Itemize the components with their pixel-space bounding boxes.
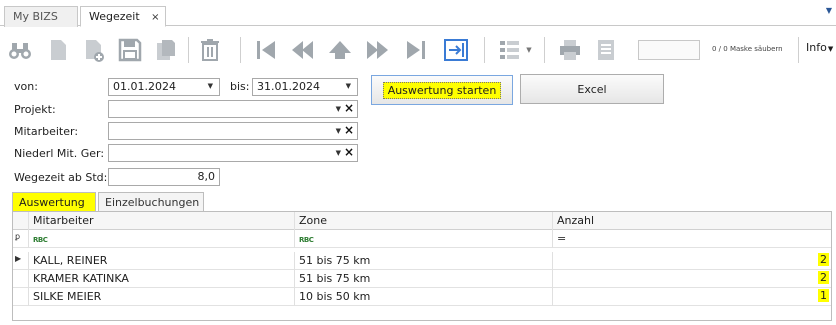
von-date-field[interactable]: 01.01.2024 ▼ [108,78,220,96]
binoculars-icon[interactable] [6,36,34,64]
chevron-down-icon[interactable]: ▼ [336,105,341,113]
chevron-down-icon[interactable]: ▼ [826,6,832,15]
cell-zone[interactable]: 51 bis 75 km [295,270,553,288]
info-label: Info [806,41,827,54]
chevron-down-icon: ▼ [827,45,834,53]
row-indicator-header [13,212,29,230]
add-document-icon[interactable] [80,36,108,64]
row-indicator [13,270,29,288]
delete-icon[interactable] [196,36,224,64]
filter-zone[interactable]: RBC [295,230,553,248]
anzahl-value: 2 [818,253,829,266]
column-header-mitarbeiter[interactable]: Mitarbeiter [29,212,295,230]
current-row-icon: ▶ [13,252,29,270]
excel-button[interactable]: Excel [520,74,664,104]
von-value: 01.01.2024 [113,80,176,93]
tab-auswertung[interactable]: Auswertung [12,192,96,212]
filter-anzahl[interactable]: = [553,230,831,248]
wegezeit-value: 8,0 [197,170,216,183]
chevron-down-icon[interactable]: ▼ [336,149,341,157]
table-row[interactable]: SILKE MEIER 10 bis 50 km 1 [13,288,831,306]
close-icon[interactable]: × [151,12,159,23]
cell-anzahl[interactable]: 2 [553,270,831,288]
toolbar-separator [240,37,241,63]
anzahl-value: 2 [818,271,829,284]
toolbar: ▼ 0 / 0 Maske säubern Info▼ [0,27,836,73]
wegezeit-field[interactable]: 8,0 [108,168,220,186]
mask-clear-button[interactable]: 0 / 0 Maske säubern [712,45,783,53]
equals-filter-icon: = [557,232,567,245]
document-tabstrip: My BIZS Wegezeit × ▼ [0,0,836,27]
save-icon[interactable] [116,36,144,64]
bis-label: bis: [230,80,250,93]
copy-icon[interactable] [152,36,180,64]
up-icon[interactable] [326,36,354,64]
von-label: von: [14,80,38,93]
wegezeit-label: Wegezeit ab Std: [14,171,108,184]
cell-anzahl[interactable]: 1 [553,288,831,306]
toolbar-separator [484,37,485,63]
cell-anzahl[interactable]: 2 [553,252,831,270]
projekt-label: Projekt: [14,103,56,116]
goto-icon[interactable] [442,36,470,64]
bis-value: 31.01.2024 [257,80,320,93]
print-icon[interactable] [556,36,584,64]
cell-mitarbeiter[interactable]: KALL, REINER [29,252,295,270]
previous-page-icon[interactable] [288,36,316,64]
column-header-anzahl[interactable]: Anzahl [553,212,831,230]
bis-date-field[interactable]: 31.01.2024 ▼ [252,78,358,96]
mitarbeiter-select[interactable]: ▼ × [108,122,358,140]
filter-mitarbeiter[interactable]: RBC [29,230,295,248]
cell-mitarbeiter[interactable]: SILKE MEIER [29,288,295,306]
clear-icon[interactable]: × [344,123,354,137]
chevron-down-icon[interactable]: ▼ [346,82,351,90]
mitarbeiter-label: Mitarbeiter: [14,125,79,138]
text-filter-icon: RBC [299,236,314,244]
table-row[interactable]: KRAMER KATINKA 51 bis 75 km 2 [13,270,831,288]
mask-input[interactable] [638,40,700,60]
tab-my-bizs[interactable]: My BIZS [4,6,78,27]
auswertung-starten-label: Auswertung starten [382,81,502,99]
tab-label: My BIZS [13,10,58,23]
projekt-select[interactable]: ▼ × [108,100,358,118]
filter-row-icon: ꝑ [13,230,29,248]
tab-label: Einzelbuchungen [105,196,200,209]
last-record-icon[interactable] [402,36,430,64]
tab-einzelbuchungen[interactable]: Einzelbuchungen [98,192,204,212]
next-page-icon[interactable] [364,36,392,64]
tab-wegezeit[interactable]: Wegezeit × [80,6,166,27]
chevron-down-icon[interactable]: ▼ [336,127,341,135]
clear-icon[interactable]: × [344,145,354,159]
row-indicator [13,288,29,306]
tab-label: Auswertung [19,196,85,209]
table-row[interactable]: ▶ KALL, REINER 51 bis 75 km 2 [13,252,831,270]
text-filter-icon: RBC [33,236,48,244]
column-header-zone[interactable]: Zone [295,212,553,230]
chevron-down-icon[interactable]: ▼ [522,36,536,64]
auswertung-starten-button[interactable]: Auswertung starten [371,75,513,105]
new-document-icon[interactable] [44,36,72,64]
toolbar-separator [798,37,799,63]
cell-mitarbeiter[interactable]: KRAMER KATINKA [29,270,295,288]
tab-label: Wegezeit [89,10,140,23]
cell-zone[interactable]: 51 bis 75 km [295,252,553,270]
anzahl-value: 1 [818,289,829,302]
document-icon[interactable] [592,36,620,64]
list-view-icon[interactable] [496,36,524,64]
grid-filter-row: ꝑ RBC RBC = [13,230,831,248]
chevron-down-icon[interactable]: ▼ [208,82,213,90]
toolbar-separator [544,37,545,63]
niederl-label: Niederl Mit. Ger: [14,147,105,160]
excel-label: Excel [577,82,607,96]
result-grid: Mitarbeiter Zone Anzahl ꝑ RBC RBC = ▶ KA… [12,211,832,321]
niederl-select[interactable]: ▼ × [108,144,358,162]
clear-icon[interactable]: × [344,101,354,115]
cell-zone[interactable]: 10 bis 50 km [295,288,553,306]
info-menu-button[interactable]: Info▼ [806,41,833,54]
first-record-icon[interactable] [252,36,280,64]
grid-header-row: Mitarbeiter Zone Anzahl [13,212,831,230]
toolbar-separator [188,37,189,63]
